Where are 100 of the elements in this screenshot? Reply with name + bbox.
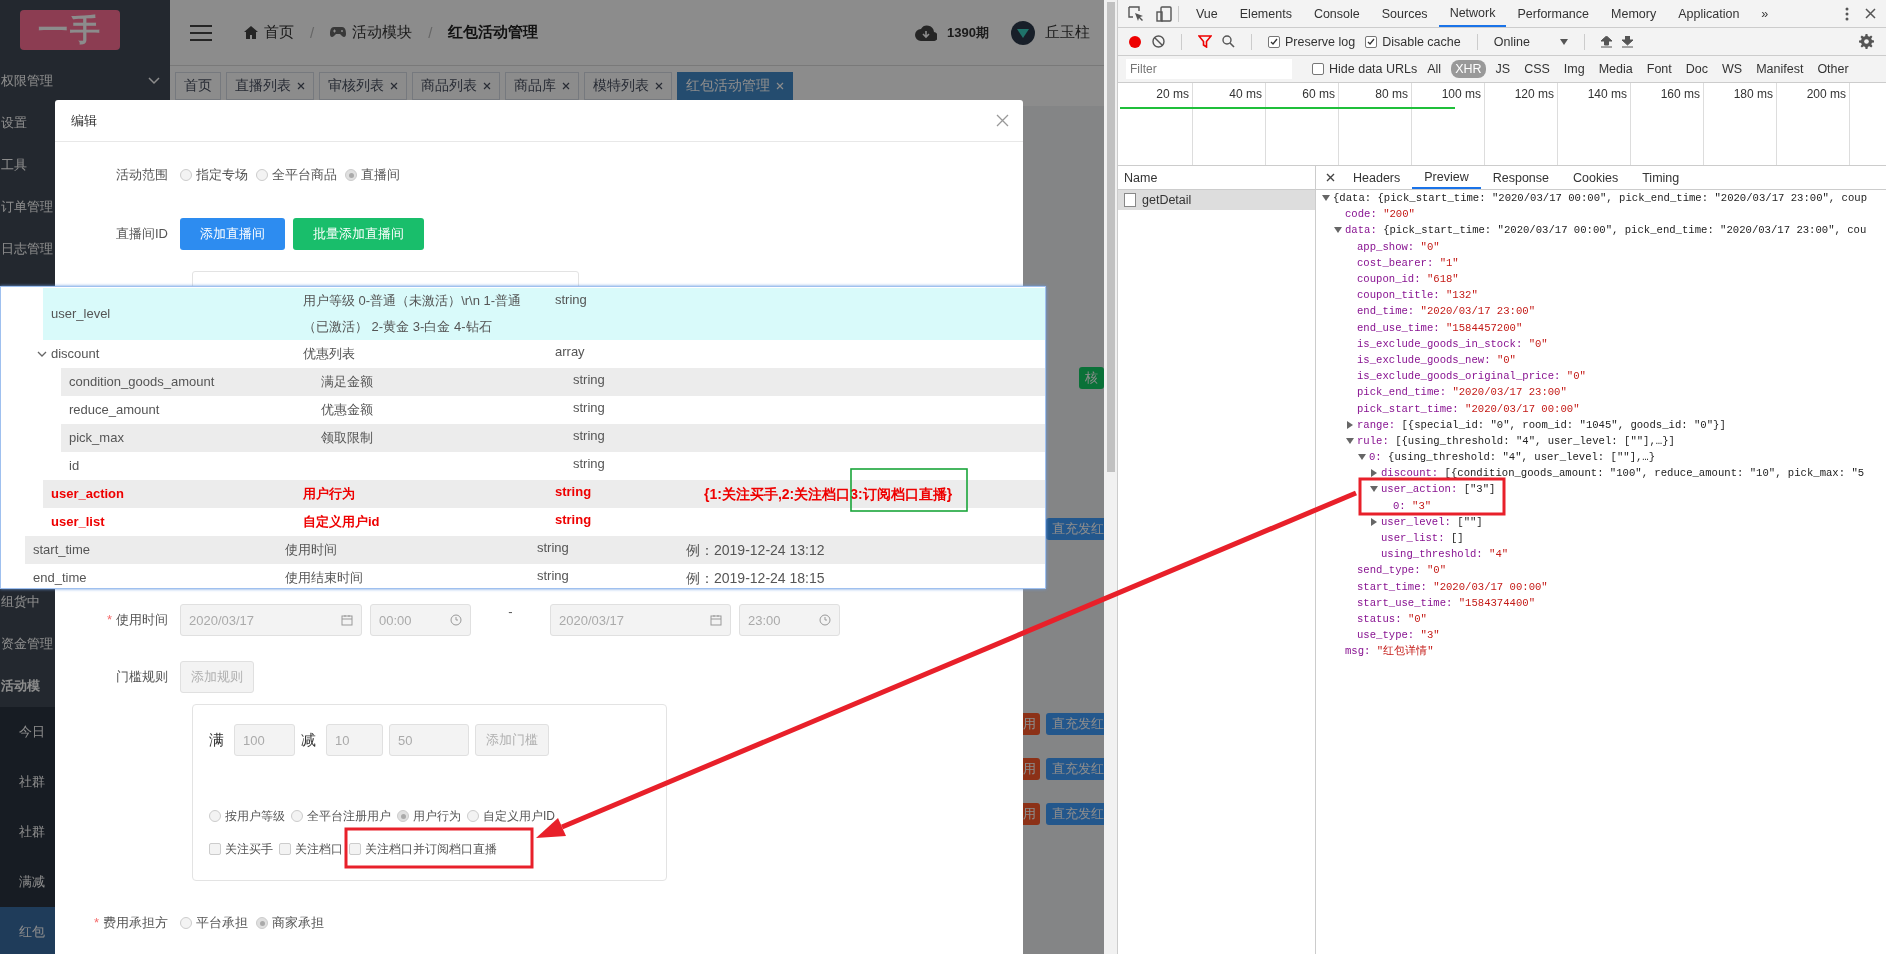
radio-option[interactable]: 商家承担 xyxy=(256,914,324,932)
page-tab[interactable]: 直播列表 xyxy=(226,72,314,100)
json-line: cost_bearer: "1" xyxy=(1357,256,1459,269)
devtools-tab[interactable]: Elements xyxy=(1228,0,1303,27)
page-tab[interactable]: 模特列表 xyxy=(584,72,672,100)
close-icon[interactable] xyxy=(483,82,491,90)
table-cell-text: condition_goods_amount xyxy=(69,373,215,391)
breadcrumb-link[interactable]: 活动模块 xyxy=(352,23,413,42)
type-filter[interactable]: All xyxy=(1423,60,1446,78)
issue-label: 1390期 xyxy=(947,23,989,42)
json-line: coupon_title: "132" xyxy=(1357,289,1478,302)
table-cell-text: string xyxy=(573,399,605,417)
detail-tab[interactable]: Cookies xyxy=(1561,166,1631,189)
clear-icon[interactable] xyxy=(1152,35,1165,48)
range-separator: - xyxy=(507,604,514,621)
caret-icon[interactable] xyxy=(1322,194,1330,203)
page-tab[interactable]: 商品列表 xyxy=(412,72,500,100)
scrollbar-thumb[interactable] xyxy=(1106,2,1115,472)
table-cell-text: discount xyxy=(51,345,100,363)
json-line: code: "200" xyxy=(1345,208,1415,221)
type-filter[interactable]: CSS xyxy=(1520,60,1554,78)
record-icon[interactable] xyxy=(1128,34,1142,49)
cloud-download-icon[interactable] xyxy=(915,24,938,41)
json-line: rule: [{using_threshold: "4", user_level: [""],…}] xyxy=(1357,434,1675,447)
breadcrumb-link[interactable]: 首页 xyxy=(264,23,294,42)
upload-icon[interactable] xyxy=(1600,35,1612,48)
table-cell-text: user_list xyxy=(51,513,105,531)
devtools-tab[interactable]: Console xyxy=(1302,0,1371,27)
close-icon[interactable] xyxy=(655,82,663,90)
radio-option[interactable]: 平台承担 xyxy=(180,914,248,932)
page-tab[interactable]: 商品库 xyxy=(505,72,579,100)
inspect-icon[interactable] xyxy=(1128,5,1144,22)
json-line: use_type: "3" xyxy=(1357,629,1440,642)
devtools-tab[interactable]: Performance xyxy=(1506,0,1601,27)
download-icon[interactable] xyxy=(1621,35,1633,48)
caret-icon[interactable] xyxy=(1358,453,1366,462)
more-tabs[interactable]: » xyxy=(1750,0,1780,27)
calendar-icon xyxy=(341,614,353,626)
tick-label: 200 ms xyxy=(1806,87,1846,101)
form-label: 门槛规则 xyxy=(115,668,169,686)
page-tab[interactable]: 首页 xyxy=(175,72,221,100)
json-line: user_action: ["3"] xyxy=(1381,483,1496,496)
search-icon[interactable] xyxy=(1222,35,1235,48)
caret-icon[interactable] xyxy=(1370,469,1378,478)
devtools-tab[interactable]: Vue xyxy=(1185,0,1229,27)
checkbox-option[interactable]: Disable cache xyxy=(1365,34,1461,49)
throttle-dropdown[interactable]: Online xyxy=(1493,34,1568,49)
json-line: is_exclude_goods_new: "0" xyxy=(1357,353,1516,366)
caret-icon[interactable] xyxy=(1370,517,1378,526)
close-icon[interactable] xyxy=(297,82,305,90)
table-cell-text: 领取限制 xyxy=(321,429,373,447)
radio-option[interactable]: 指定专场 xyxy=(180,166,248,184)
devtools-tab[interactable]: Sources xyxy=(1370,0,1439,27)
table-cell-text: start_time xyxy=(33,541,91,559)
table-cell-text: 用户等级 0-普通（未激活）\r\n 1-普通（已激活） 2-黄金 3-白金 4-钻石 xyxy=(303,292,523,336)
close-icon[interactable] xyxy=(562,82,570,90)
caret-icon[interactable] xyxy=(1334,226,1342,235)
caret-icon[interactable] xyxy=(1370,485,1378,494)
detail-tab[interactable]: Response xyxy=(1480,166,1561,189)
close-icon[interactable] xyxy=(1865,8,1876,19)
detail-tab[interactable]: Timing xyxy=(1630,166,1692,189)
type-filter[interactable]: Doc xyxy=(1681,60,1712,78)
close-icon[interactable] xyxy=(1326,173,1335,182)
type-filter[interactable]: Font xyxy=(1642,60,1676,78)
close-icon[interactable] xyxy=(390,82,398,90)
type-filter[interactable]: JS xyxy=(1491,60,1515,78)
avatar-icon[interactable] xyxy=(1011,20,1035,45)
caret-icon[interactable] xyxy=(1346,420,1354,429)
caret-icon[interactable] xyxy=(1346,436,1354,445)
devtools-tab[interactable]: Application xyxy=(1667,0,1751,27)
type-filter[interactable]: WS xyxy=(1718,60,1747,78)
chevron-icon[interactable] xyxy=(37,349,47,359)
devtools-tab[interactable]: Memory xyxy=(1600,0,1668,27)
page-tab[interactable]: 审核列表 xyxy=(319,72,407,100)
menu-icon[interactable] xyxy=(190,24,212,41)
filter-field[interactable]: Filter xyxy=(1126,59,1292,79)
user-name[interactable]: 丘玉柱 xyxy=(1045,23,1090,42)
type-filter[interactable]: Other xyxy=(1813,60,1853,78)
settings-icon[interactable] xyxy=(1859,34,1874,49)
filter-icon[interactable] xyxy=(1198,35,1212,48)
json-line: pick_start_time: "2020/03/17 00:00" xyxy=(1357,402,1580,415)
type-filter[interactable]: Media xyxy=(1594,60,1637,78)
more-icon[interactable] xyxy=(1845,6,1849,21)
json-line: msg: "红包详情" xyxy=(1345,644,1434,659)
table-cell-text: string xyxy=(555,511,592,529)
checkbox-option[interactable]: Preserve log xyxy=(1268,34,1356,49)
radio-option[interactable]: 直播间 xyxy=(345,166,400,184)
sidebar-item[interactable]: 权限管理 xyxy=(0,60,170,102)
detail-tab[interactable]: Preview xyxy=(1412,166,1481,189)
type-filter[interactable]: Img xyxy=(1559,60,1589,78)
table-cell-text: end_time xyxy=(33,569,87,587)
detail-tab[interactable]: Headers xyxy=(1341,166,1413,189)
json-line: coupon_id: "618" xyxy=(1357,273,1459,286)
json-line: end_use_time: "1584457200" xyxy=(1357,321,1523,334)
checkbox-option[interactable]: Hide data URLs xyxy=(1312,62,1418,76)
request-row[interactable]: getDetail xyxy=(1118,190,1315,210)
table-cell-text: 优惠列表 xyxy=(303,345,355,363)
type-filter[interactable]: Manifest xyxy=(1752,60,1808,78)
radio-option[interactable]: 全平台商品 xyxy=(256,166,337,184)
device-icon[interactable] xyxy=(1156,5,1172,22)
